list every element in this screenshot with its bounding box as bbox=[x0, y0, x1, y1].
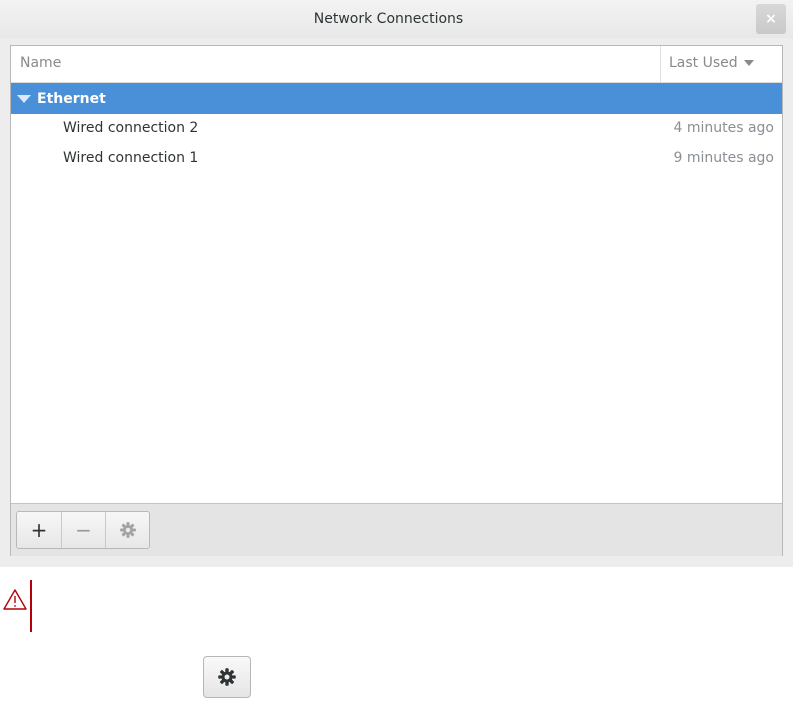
gear-icon bbox=[218, 668, 236, 686]
list-toolbar: + − bbox=[11, 503, 782, 556]
window-title: Network Connections bbox=[313, 11, 464, 27]
settings-button[interactable] bbox=[203, 656, 251, 698]
plus-icon: + bbox=[30, 518, 48, 542]
list-header: Name Last Used bbox=[11, 46, 782, 83]
minus-icon: − bbox=[75, 518, 92, 542]
column-header-name[interactable]: Name bbox=[20, 55, 61, 71]
column-header-last-used-label: Last Used bbox=[669, 55, 738, 71]
column-divider[interactable] bbox=[660, 46, 661, 82]
connection-row[interactable]: Wired connection 1 9 minutes ago bbox=[11, 144, 782, 174]
expander-down-icon[interactable] bbox=[17, 94, 31, 103]
close-icon: × bbox=[765, 11, 777, 27]
title-bar[interactable]: Network Connections × bbox=[0, 0, 793, 38]
sort-descending-icon bbox=[743, 60, 754, 66]
add-connection-button[interactable]: + bbox=[17, 512, 61, 548]
gear-icon bbox=[119, 522, 136, 538]
connection-name: Wired connection 2 bbox=[63, 120, 199, 136]
warning-icon bbox=[3, 589, 27, 610]
column-header-last-used[interactable]: Last Used bbox=[669, 55, 754, 71]
edit-connection-button[interactable] bbox=[105, 512, 149, 548]
close-button[interactable]: × bbox=[756, 4, 786, 34]
group-label: Ethernet bbox=[37, 90, 106, 107]
warning-bar bbox=[30, 580, 32, 632]
group-row-ethernet[interactable]: Ethernet bbox=[11, 83, 782, 114]
connection-row[interactable]: Wired connection 2 4 minutes ago bbox=[11, 114, 782, 144]
connections-list: Name Last Used Ethernet Wired connection… bbox=[10, 45, 783, 556]
toolbar-button-group: + − bbox=[16, 511, 150, 549]
connection-name: Wired connection 1 bbox=[63, 150, 199, 166]
connection-last-used: 9 minutes ago bbox=[673, 150, 774, 166]
warning-note bbox=[2, 580, 32, 632]
network-connections-window: Network Connections × Name Last Used Eth… bbox=[0, 0, 793, 567]
remove-connection-button[interactable]: − bbox=[61, 512, 105, 548]
connection-last-used: 4 minutes ago bbox=[673, 120, 774, 136]
